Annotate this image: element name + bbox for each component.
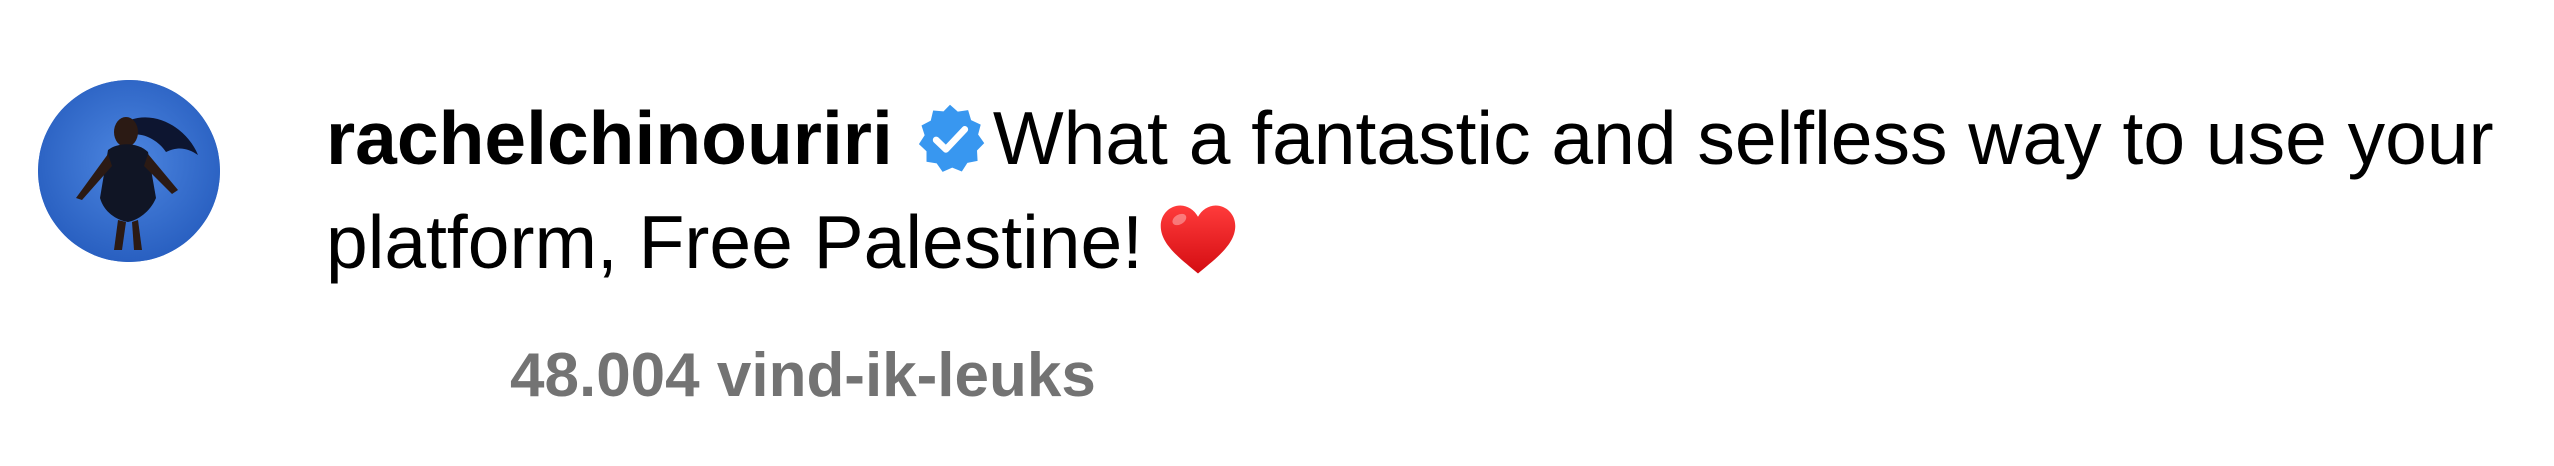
- avatar-photo: [38, 80, 220, 262]
- likes-count-link[interactable]: 48.004 vind-ik-leuks: [510, 340, 1096, 411]
- avatar[interactable]: [38, 80, 220, 262]
- comment: rachelchinouriri What a fantastic and se…: [0, 0, 2554, 466]
- red-heart-icon: [1157, 202, 1239, 278]
- comment-body: rachelchinouriri What a fantastic and se…: [326, 86, 2546, 294]
- username-link[interactable]: rachelchinouriri: [326, 96, 893, 180]
- verified-badge-icon: [913, 102, 987, 176]
